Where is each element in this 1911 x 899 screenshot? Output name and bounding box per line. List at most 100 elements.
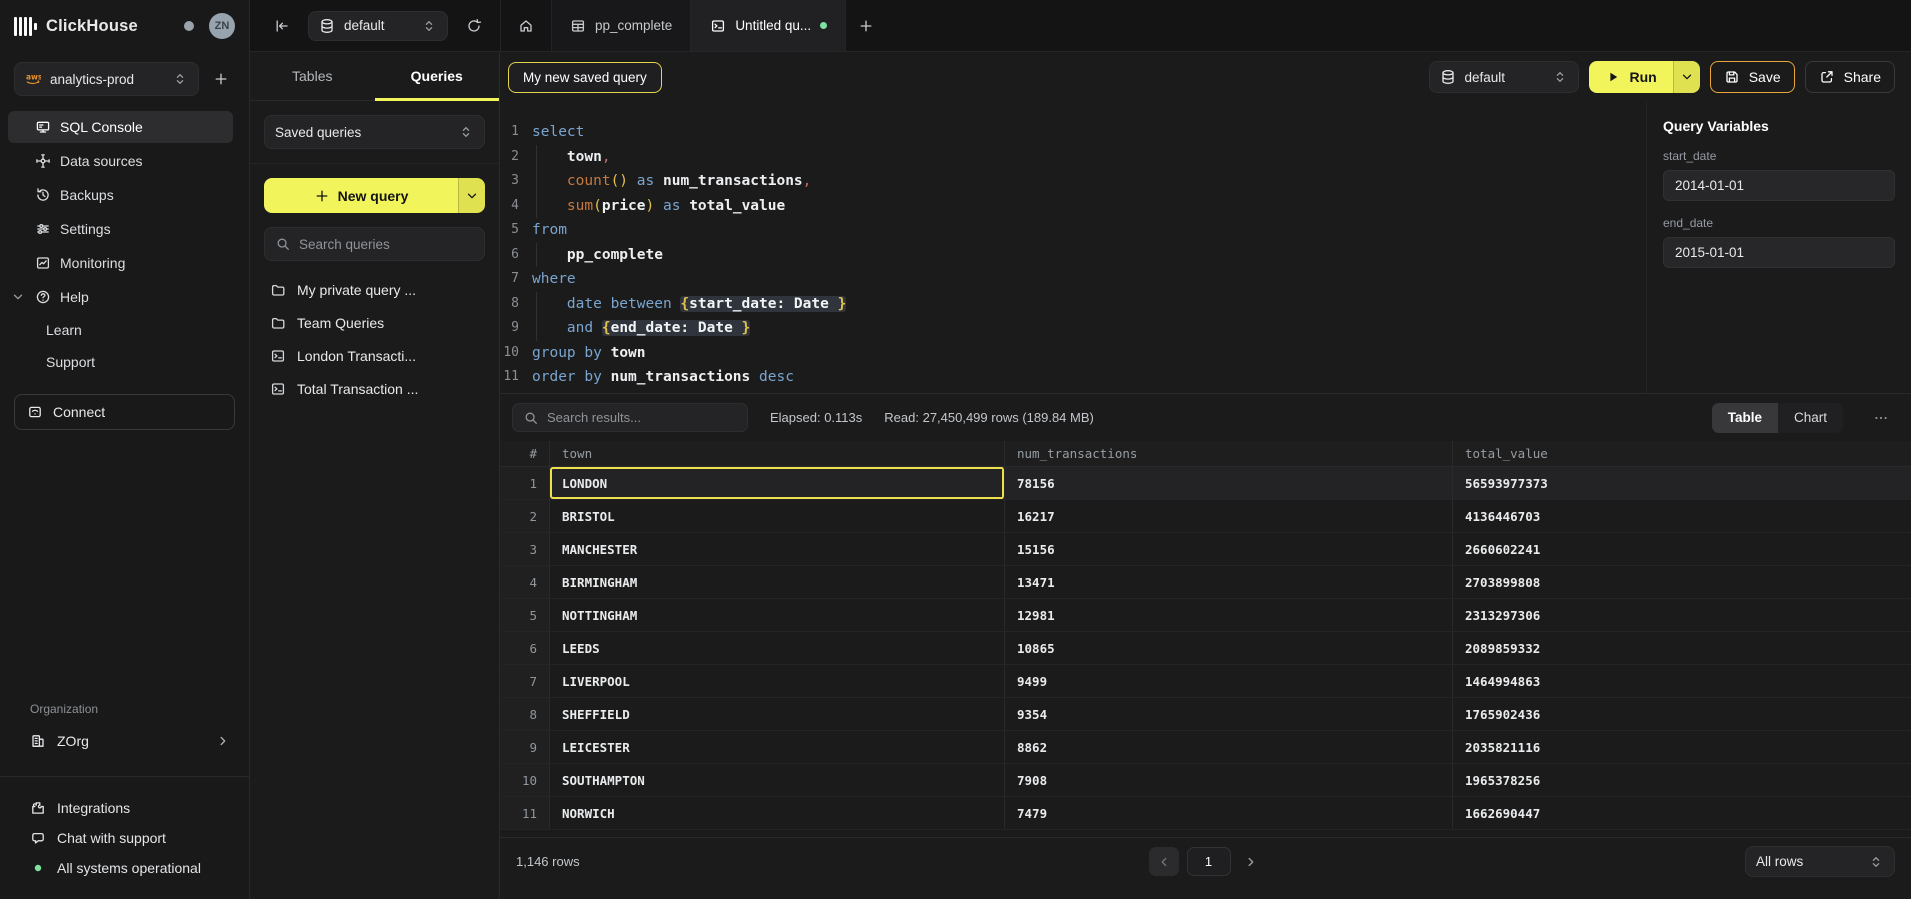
table-cell[interactable]: LONDON <box>550 467 1005 499</box>
column-header-index[interactable]: # <box>500 441 550 466</box>
column-header-num-transactions[interactable]: num_transactions <box>1005 441 1453 466</box>
sidebar-item-data-sources[interactable]: Data sources <box>8 145 233 177</box>
table-cell[interactable]: SHEFFIELD <box>550 698 1005 730</box>
connect-icon <box>27 404 43 420</box>
table-cell[interactable]: 1965378256 <box>1453 764 1911 796</box>
sidebar-footer-integrations[interactable]: Integrations <box>0 793 249 823</box>
tab-label: pp_complete <box>595 18 672 33</box>
table-cell[interactable]: 15156 <box>1005 533 1453 565</box>
new-query-menu-button[interactable] <box>458 178 485 213</box>
save-button[interactable]: Save <box>1710 61 1795 93</box>
run-database-selector[interactable]: default <box>1429 61 1579 93</box>
table-cell[interactable]: 7479 <box>1005 797 1453 829</box>
search-results-input[interactable]: Search results... <box>512 403 748 432</box>
share-button[interactable]: Share <box>1805 61 1895 93</box>
sidebar: ClickHouse ZN aws analytics-prod SQL Con… <box>0 0 250 899</box>
organization-selector[interactable]: ZOrg <box>0 726 249 756</box>
query-item-london-transacti[interactable]: London Transacti... <box>264 339 485 372</box>
table-cell[interactable]: 56593977373 <box>1453 467 1911 499</box>
table-cell[interactable]: 9499 <box>1005 665 1453 697</box>
run-button[interactable]: Run <box>1589 61 1673 93</box>
table-cell[interactable]: LEEDS <box>550 632 1005 664</box>
run-menu-button[interactable] <box>1673 61 1700 93</box>
sidebar-header: ClickHouse ZN <box>0 0 249 52</box>
saved-queries-selector[interactable]: Saved queries <box>264 115 485 149</box>
table-cell[interactable]: 2660602241 <box>1453 533 1911 565</box>
table-cell[interactable]: BRISTOL <box>550 500 1005 532</box>
refresh-button[interactable] <box>460 12 488 40</box>
topbar-database-selector[interactable]: default <box>308 11 448 41</box>
table-cell[interactable]: 4136446703 <box>1453 500 1911 532</box>
results-section: Search results... Elapsed: 0.113s Read: … <box>500 394 1911 899</box>
query-item-team-queries[interactable]: Team Queries <box>264 306 485 339</box>
sidebar-item-help[interactable]: Help <box>8 281 233 313</box>
topbar-tab-pp-complete[interactable]: pp_complete <box>551 0 691 51</box>
new-tab-button[interactable] <box>852 12 880 40</box>
table-cell[interactable]: 7908 <box>1005 764 1453 796</box>
previous-page-button[interactable] <box>1149 847 1179 876</box>
page-number[interactable]: 1 <box>1187 847 1231 876</box>
tab-queries[interactable]: Queries <box>375 52 500 100</box>
search-queries-input[interactable]: Search queries <box>264 227 485 261</box>
table-cell[interactable]: 2703899808 <box>1453 566 1911 598</box>
view-tab-chart[interactable]: Chart <box>1778 403 1843 433</box>
collapse-sidebar-button[interactable] <box>268 12 296 40</box>
table-cell[interactable]: 10865 <box>1005 632 1453 664</box>
sidebar-footer-chat-with-support[interactable]: Chat with support <box>0 823 249 853</box>
chevron-down-icon <box>464 188 480 204</box>
tab-tables[interactable]: Tables <box>250 52 375 100</box>
table-cell[interactable]: 1765902436 <box>1453 698 1911 730</box>
next-page-button[interactable] <box>1239 854 1263 870</box>
column-header-total-value[interactable]: total_value <box>1453 441 1911 466</box>
table-cell[interactable]: 1662690447 <box>1453 797 1911 829</box>
user-avatar[interactable]: ZN <box>209 13 235 39</box>
column-header-town[interactable]: town <box>550 441 1005 466</box>
table-cell[interactable]: 13471 <box>1005 566 1453 598</box>
table-cell[interactable]: 2035821116 <box>1453 731 1911 763</box>
add-service-button[interactable] <box>207 65 235 93</box>
organization-label: Organization <box>0 702 249 726</box>
sidebar-item-settings[interactable]: Settings <box>8 213 233 245</box>
sql-editor[interactable]: 1select2 town,3 count() as num_transacti… <box>500 102 1646 393</box>
results-menu-button[interactable] <box>1867 404 1895 432</box>
query-item-total-transaction[interactable]: Total Transaction ... <box>264 372 485 405</box>
home-button[interactable] <box>501 0 551 51</box>
saved-query-tab[interactable]: My new saved query <box>508 62 662 93</box>
sidebar-item-sql-console[interactable]: SQL Console <box>8 111 233 143</box>
table-cell[interactable]: NORWICH <box>550 797 1005 829</box>
sidebar-item-monitoring[interactable]: Monitoring <box>8 247 233 279</box>
topbar-database-value: default <box>344 18 385 33</box>
table-cell[interactable]: LEICESTER <box>550 731 1005 763</box>
table-row: 8SHEFFIELD93541765902436 <box>500 698 1911 731</box>
topbar-tab-untitled-qu[interactable]: Untitled qu... <box>691 0 846 51</box>
table-cell[interactable]: 16217 <box>1005 500 1453 532</box>
sidebar-footer-all-systems-operational[interactable]: All systems operational <box>0 853 249 883</box>
clickhouse-logo-icon[interactable] <box>14 16 37 36</box>
connect-button[interactable]: Connect <box>14 394 235 430</box>
table-cell[interactable]: BIRMINGHAM <box>550 566 1005 598</box>
table-cell[interactable]: 9354 <box>1005 698 1453 730</box>
table-cell[interactable]: 8862 <box>1005 731 1453 763</box>
sidebar-item-support[interactable]: Support <box>8 347 233 377</box>
new-query-button[interactable]: New query <box>264 178 458 213</box>
table-cell[interactable]: 12981 <box>1005 599 1453 631</box>
page-size-value: All rows <box>1756 854 1803 869</box>
sidebar-item-learn[interactable]: Learn <box>8 315 233 345</box>
table-cell[interactable]: 78156 <box>1005 467 1453 499</box>
sidebar-item-backups[interactable]: Backups <box>8 179 233 211</box>
page-size-selector[interactable]: All rows <box>1745 846 1895 877</box>
query-item-my-private-query[interactable]: My private query ... <box>264 273 485 306</box>
table-cell[interactable]: SOUTHAMPTON <box>550 764 1005 796</box>
table-row: 2BRISTOL162174136446703 <box>500 500 1911 533</box>
start-date-input[interactable]: 2014-01-01 <box>1663 170 1895 201</box>
table-cell[interactable]: LIVERPOOL <box>550 665 1005 697</box>
view-tab-table[interactable]: Table <box>1712 403 1778 433</box>
table-cell[interactable]: 2313297306 <box>1453 599 1911 631</box>
updown-caret-icon <box>172 71 188 87</box>
table-cell[interactable]: NOTTINGHAM <box>550 599 1005 631</box>
table-cell[interactable]: 2089859332 <box>1453 632 1911 664</box>
end-date-input[interactable]: 2015-01-01 <box>1663 237 1895 268</box>
table-cell[interactable]: MANCHESTER <box>550 533 1005 565</box>
table-cell[interactable]: 1464994863 <box>1453 665 1911 697</box>
service-selector[interactable]: aws analytics-prod <box>14 62 199 96</box>
